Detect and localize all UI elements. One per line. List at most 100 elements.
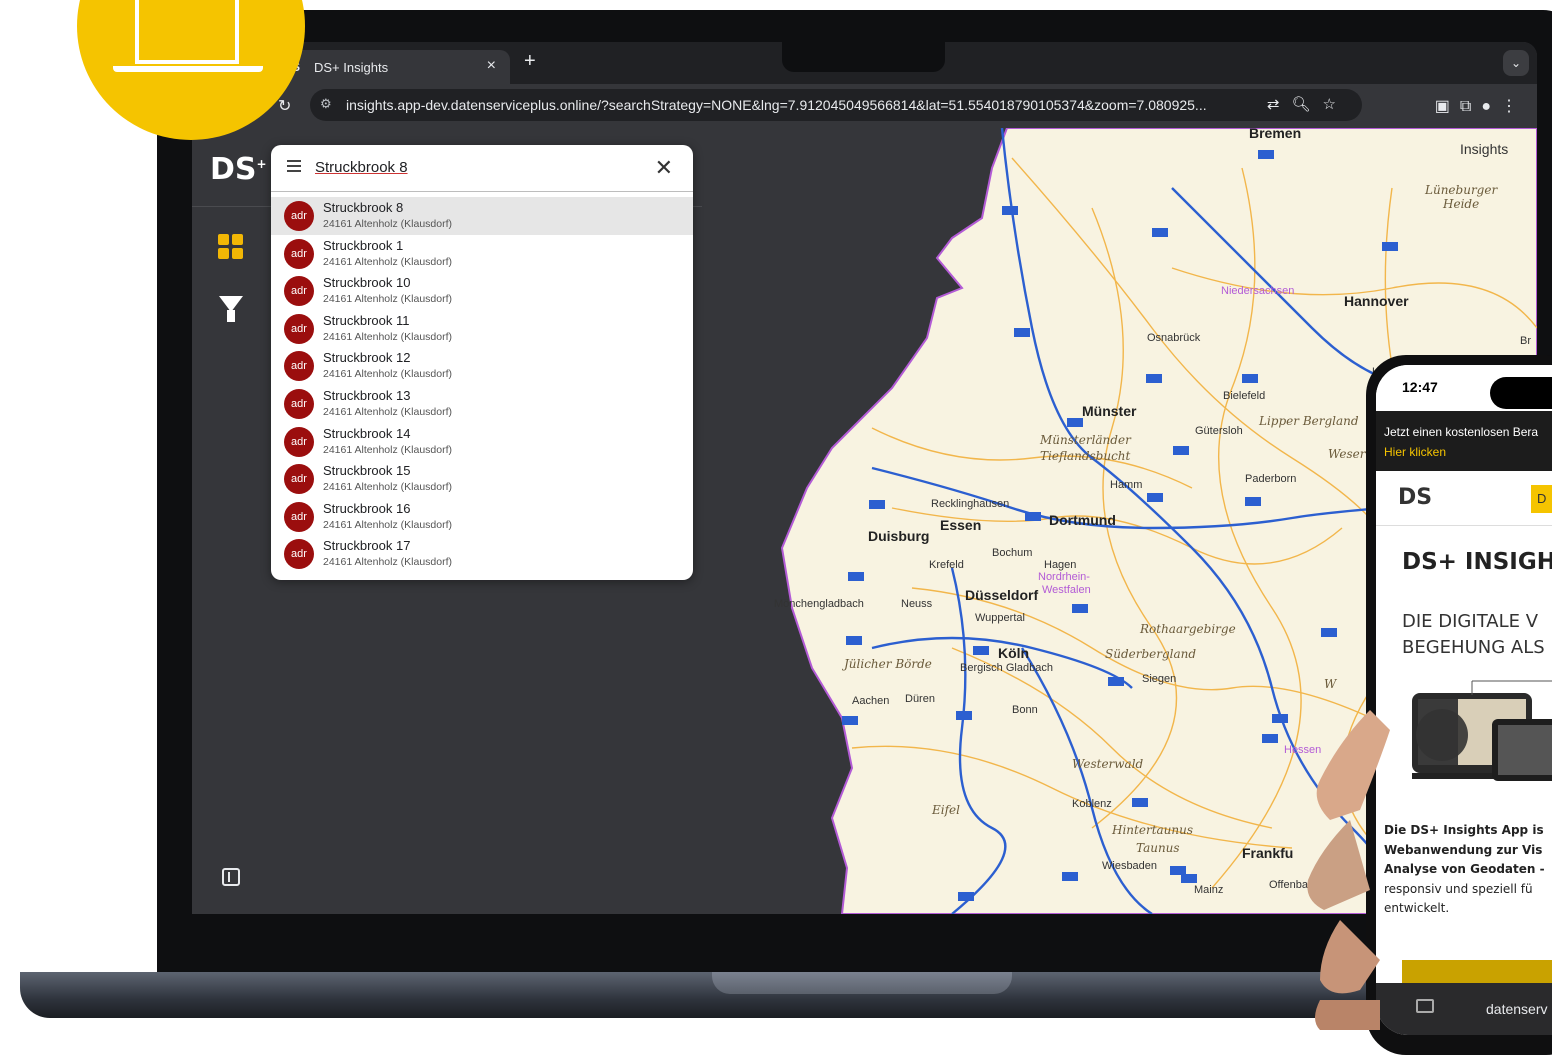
svg-text:Düsseldorf: Düsseldorf [965, 587, 1038, 603]
address-badge: adr [284, 426, 314, 457]
search-result-item[interactable]: adr Struckbrook 12 24161 Altenholz (Klausd… [271, 347, 693, 385]
phone-status-bar: 12:47 [1376, 365, 1552, 411]
svg-text:Lipper Bergland: Lipper Bergland [1258, 414, 1359, 428]
url-text: insights.app-dev.datenserviceplus.online… [346, 97, 1207, 113]
svg-text:Bielefeld: Bielefeld [1223, 390, 1265, 402]
dashboard-grid-icon[interactable] [218, 234, 244, 260]
svg-text:Wuppertal: Wuppertal [975, 612, 1025, 624]
svg-text:Krefeld: Krefeld [929, 559, 964, 571]
address-badge: adr [284, 351, 314, 382]
address-bar[interactable]: ⚙ insights.app-dev.datenserviceplus.onli… [310, 89, 1362, 121]
svg-text:Taunus: Taunus [1136, 841, 1180, 855]
svg-text:Hagen: Hagen [1044, 559, 1076, 571]
result-address: 24161 Altenholz (Klausdorf) [323, 443, 452, 456]
bookmark-star-icon[interactable]: ☆ [1323, 96, 1348, 113]
translate-icon[interactable]: ⇄ [1267, 96, 1292, 113]
address-badge: adr [284, 238, 314, 269]
tab-search-button[interactable]: ⌄ [1503, 50, 1529, 76]
phone-navbar: DS D [1376, 471, 1552, 526]
address-badge: adr [284, 464, 314, 495]
svg-text:Gütersloh: Gütersloh [1195, 425, 1243, 437]
app-sidebar: DS+ [192, 128, 272, 914]
svg-text:Dortmund: Dortmund [1049, 512, 1116, 528]
svg-text:Br: Br [1520, 335, 1531, 347]
result-address: 24161 Altenholz (Klausdorf) [323, 255, 452, 268]
svg-text:Heide: Heide [1442, 197, 1479, 211]
laptop-hinge [712, 972, 1012, 994]
close-icon[interactable]: ✕ [655, 155, 673, 181]
site-settings-icon[interactable]: ⚙ [320, 96, 332, 112]
search-result-item[interactable]: adr Struckbrook 11 24161 Altenholz (Klausd… [271, 310, 693, 348]
hamburger-menu-icon[interactable] [287, 160, 301, 172]
svg-text:Bremen: Bremen [1249, 128, 1301, 141]
filter-funnel-icon[interactable] [219, 296, 243, 322]
search-input[interactable] [313, 158, 637, 177]
svg-text:Hamm: Hamm [1110, 479, 1142, 491]
address-badge: adr [284, 539, 314, 570]
svg-text:Lüneburger: Lüneburger [1424, 183, 1498, 197]
svg-text:Süderbergland: Süderbergland [1105, 647, 1196, 661]
search-result-item[interactable]: adr Struckbrook 1 24161 Altenholz (Klausdo… [271, 235, 693, 273]
extensions-puzzle-icon[interactable]: ⧉ [1460, 98, 1481, 115]
svg-text:Essen: Essen [940, 517, 981, 533]
search-result-item[interactable]: adr Struckbrook 15 24161 Altenholz (Klausd… [271, 460, 693, 498]
phone-url-text: datenserv [1486, 1001, 1548, 1017]
svg-text:Niedersachsen: Niedersachsen [1221, 285, 1294, 297]
svg-text:Aachen: Aachen [852, 695, 889, 707]
svg-text:Tieflandsbucht: Tieflandsbucht [1040, 449, 1131, 463]
ds-plus-logo[interactable]: DS+ [210, 152, 267, 187]
search-panel: ✕ adr Struckbrook 8 24161 Altenholz (Klaus… [271, 145, 693, 580]
tab-close-icon[interactable]: × [487, 57, 496, 75]
svg-text:Nordrhein-: Nordrhein- [1038, 571, 1090, 583]
svg-text:Bergisch Gladbach: Bergisch Gladbach [960, 662, 1053, 674]
extensions-area[interactable]: ▣⧉●⋮ [1435, 96, 1527, 116]
browser-toolbar: ↻ ⚙ insights.app-dev.datenserviceplus.on… [192, 84, 1537, 128]
phone-logo[interactable]: DS [1398, 485, 1432, 510]
search-result-item[interactable]: adr Struckbrook 16 24161 Altenholz (Klausd… [271, 498, 693, 536]
zoom-icon[interactable]: 🔍︎ [1292, 96, 1323, 113]
result-address: 24161 Altenholz (Klausdorf) [323, 368, 452, 381]
logo-plus: + [256, 157, 267, 171]
phone-subheadline-line-1: DIE DIGITALE V [1402, 611, 1539, 632]
banner-link[interactable]: Hier klicken [1384, 445, 1446, 459]
phone-headline: DS+ INSIGH [1402, 549, 1552, 575]
tab-title: DS+ Insights [314, 60, 389, 75]
svg-text:W: W [1324, 677, 1338, 691]
cast-icon[interactable]: ▣ [1435, 98, 1460, 115]
svg-text:Bonn: Bonn [1012, 704, 1038, 716]
result-name: Struckbrook 16 [323, 500, 411, 516]
phone-subheadline-line-2: BEGEHUNG ALS [1402, 637, 1545, 658]
result-name: Struckbrook 8 [323, 200, 404, 215]
search-result-item[interactable]: adr Struckbrook 14 24161 Altenholz (Klausd… [271, 423, 693, 461]
browser-menu-icon[interactable]: ⋮ [1501, 98, 1527, 115]
result-address: 24161 Altenholz (Klausdorf) [323, 556, 452, 569]
svg-text:Köln: Köln [998, 645, 1029, 661]
result-name: Struckbrook 12 [323, 350, 411, 366]
svg-text:Eifel: Eifel [931, 803, 960, 817]
dynamic-island [1490, 377, 1552, 409]
reload-icon[interactable]: ↻ [278, 96, 291, 116]
search-result-item[interactable]: adr Struckbrook 13 24161 Altenholz (Klausd… [271, 385, 693, 423]
address-badge: adr [284, 276, 314, 307]
omnibox-actions[interactable]: ⇄🔍︎☆ [1267, 95, 1348, 113]
phone-time: 12:47 [1402, 379, 1438, 395]
browser-tab[interactable]: S DS+ Insights × [284, 50, 510, 84]
address-badge: adr [284, 501, 314, 532]
result-address: 24161 Altenholz (Klausdorf) [323, 218, 452, 230]
phone-cta-button[interactable] [1402, 960, 1552, 984]
svg-text:Wiesbaden: Wiesbaden [1102, 860, 1157, 872]
svg-text:Jülicher Börde: Jülicher Börde [841, 657, 932, 671]
svg-text:Bochum: Bochum [992, 547, 1032, 559]
search-result-item[interactable]: adr Struckbrook 10 24161 Altenholz (Klausd… [271, 272, 693, 310]
svg-text:Mönchengladbach: Mönchengladbach [774, 598, 864, 610]
laptop-icon [135, 0, 239, 64]
search-result-item[interactable]: adr Struckbrook 8 24161 Altenholz (Klausdo… [271, 197, 693, 235]
new-tab-button[interactable]: + [524, 50, 536, 73]
search-result-item[interactable]: adr Struckbrook 17 24161 Altenholz (Klausd… [271, 535, 693, 573]
profile-avatar-icon[interactable]: ● [1481, 98, 1501, 115]
svg-text:Münsterländer: Münsterländer [1039, 433, 1132, 447]
result-name: Struckbrook 15 [323, 463, 411, 479]
svg-text:Westfalen: Westfalen [1042, 584, 1091, 596]
collapse-sidebar-icon[interactable] [222, 868, 240, 886]
phone-nav-button[interactable]: D [1531, 485, 1552, 513]
